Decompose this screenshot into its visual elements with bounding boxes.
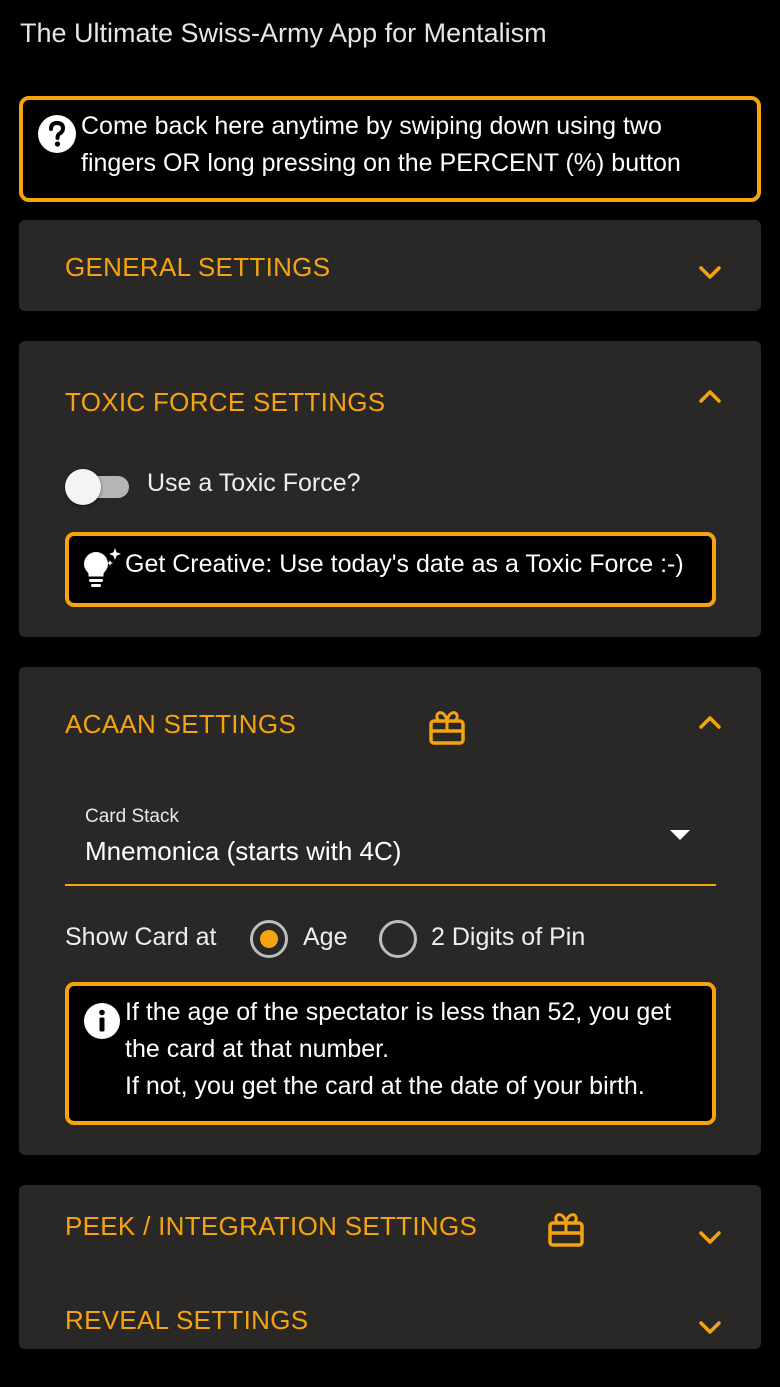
tagline-clip: The Ultimate Swiss-Army App for Mentalis…	[0, 0, 780, 56]
collapsed-sections-panel: PEEK / INTEGRATION SETTINGS REVEAL SETTI…	[19, 1185, 761, 1349]
toxic-force-settings-section: TOXIC FORCE SETTINGS Use a Toxic Force? …	[19, 341, 761, 637]
show-card-label: Show Card at	[65, 923, 217, 951]
gift-icon	[548, 1213, 584, 1247]
peek-integration-settings-title[interactable]: PEEK / INTEGRATION SETTINGS	[65, 1211, 477, 1242]
help-text-line2: fingers OR long pressing on the PERCENT …	[81, 149, 681, 177]
toxic-force-toggle-label: Use a Toxic Force?	[147, 469, 361, 497]
toxic-force-toggle[interactable]	[65, 467, 131, 505]
radio-pin[interactable]	[379, 920, 417, 958]
acaan-info-line2: the card at that number.	[125, 1035, 390, 1063]
radio-age-label[interactable]: Age	[303, 923, 347, 952]
help-callout: Come back here anytime by swiping down u…	[19, 96, 761, 202]
radio-age[interactable]	[250, 920, 288, 958]
acaan-info-line3: If not, you get the card at the date of …	[125, 1072, 645, 1100]
toxic-force-settings-title[interactable]: TOXIC FORCE SETTINGS	[65, 387, 385, 418]
chevron-down-icon[interactable]	[695, 1223, 725, 1253]
acaan-settings-title[interactable]: ACAAN SETTINGS	[65, 709, 296, 740]
info-circle-icon	[83, 1002, 121, 1045]
card-stack-value: Mnemonica (starts with 4C)	[85, 836, 402, 866]
toxic-force-tip: Get Creative: Use today's date as a Toxi…	[65, 532, 716, 607]
general-settings-title[interactable]: GENERAL SETTINGS	[65, 252, 330, 283]
gift-icon	[429, 711, 465, 745]
card-stack-caption: Card Stack	[85, 806, 179, 827]
app-tagline: The Ultimate Swiss-Army App for Mentalis…	[20, 18, 547, 48]
general-settings-section[interactable]: GENERAL SETTINGS	[19, 220, 761, 311]
lightbulb-sparkle-icon	[81, 546, 125, 597]
radio-pin-label[interactable]: 2 Digits of Pin	[431, 923, 585, 952]
toxic-force-tip-text: Get Creative: Use today's date as a Toxi…	[125, 550, 684, 578]
acaan-info-callout: If the age of the spectator is less than…	[65, 982, 716, 1125]
toggle-knob	[65, 469, 101, 505]
card-stack-dropdown[interactable]: Card Stack Mnemonica (starts with 4C)	[65, 792, 716, 886]
chevron-down-icon[interactable]	[695, 258, 725, 288]
chevron-down-icon[interactable]	[695, 1313, 725, 1343]
dropdown-arrow-icon[interactable]	[670, 830, 690, 840]
chevron-up-icon[interactable]	[695, 381, 725, 411]
help-text-line1: Come back here anytime by swiping down u…	[81, 112, 662, 140]
chevron-up-icon[interactable]	[695, 707, 725, 737]
reveal-settings-title[interactable]: REVEAL SETTINGS	[65, 1305, 308, 1336]
acaan-info-line1: If the age of the spectator is less than…	[125, 998, 672, 1026]
acaan-settings-section: ACAAN SETTINGS Card Stack Mnemonica (sta…	[19, 667, 761, 1155]
question-circle-icon	[37, 114, 77, 159]
